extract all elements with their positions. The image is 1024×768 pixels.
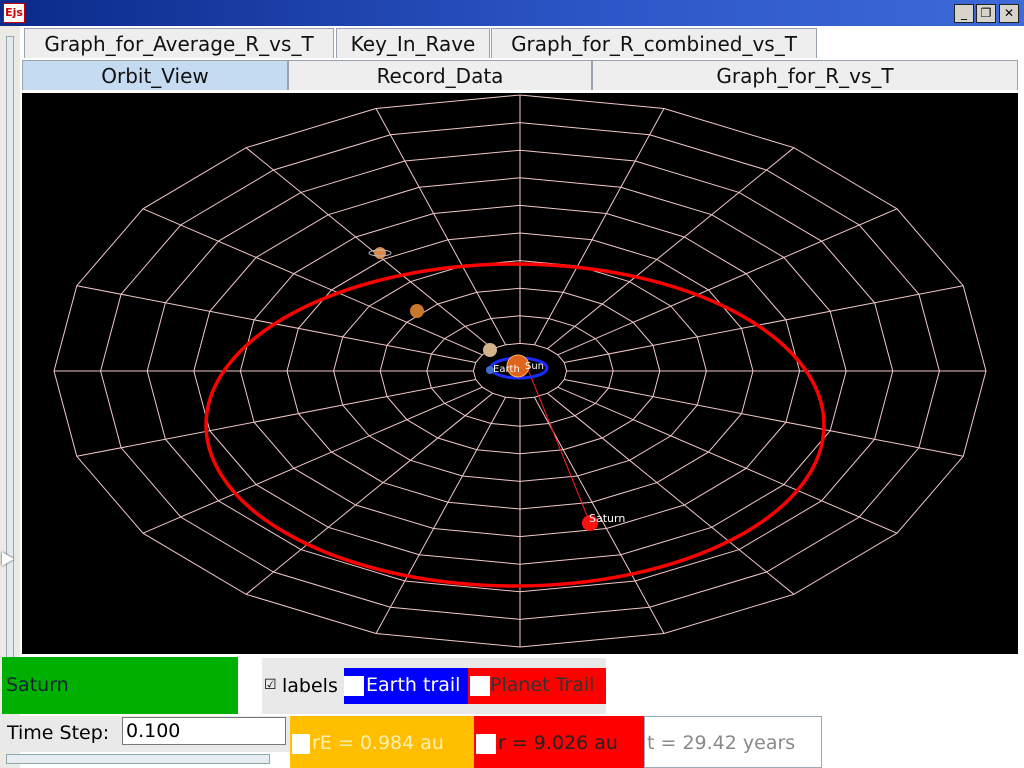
restore-button[interactable]: ❐ xyxy=(976,4,996,23)
sun-label: Sun xyxy=(525,361,544,372)
grid-spoke xyxy=(142,208,483,356)
time-value: t = 29.42 years xyxy=(647,732,796,754)
tab-orbit-view[interactable]: Orbit_View xyxy=(22,60,288,90)
orbit-drawing: Earth Sun Saturn xyxy=(53,94,987,648)
title-bar: Ejs _ ❐ ✕ xyxy=(0,0,1024,26)
planet-distance-checkbox[interactable] xyxy=(476,734,496,754)
time-step-label: Time Step: xyxy=(7,722,110,744)
orbit-view-canvas[interactable]: Earth Sun Saturn xyxy=(22,93,1018,654)
planet-select-button[interactable]: Saturn xyxy=(2,657,238,714)
outer-planet-icon xyxy=(374,247,386,259)
time-step-panel: Time Step: xyxy=(0,716,290,752)
grid-spoke xyxy=(533,108,665,346)
grid-spoke xyxy=(547,147,795,350)
grid-spoke xyxy=(76,379,476,457)
labels-checkbox[interactable]: ☑ xyxy=(264,677,277,693)
divider-handle-icon[interactable] xyxy=(2,552,14,566)
grid-spoke xyxy=(142,386,483,534)
earth-label: Earth xyxy=(493,364,520,375)
tab-graph-r-combined-vs-t[interactable]: Graph_for_R_combined_vs_T xyxy=(491,28,817,58)
planet-distance-value: r = 9.026 au xyxy=(498,732,618,754)
close-button[interactable]: ✕ xyxy=(999,4,1019,23)
grid-spoke xyxy=(564,285,964,363)
earth-distance-checkbox[interactable] xyxy=(292,734,310,754)
time-readout: t = 29.42 years xyxy=(644,716,822,768)
grid-spoke xyxy=(564,379,964,457)
earth-trail-label: Earth trail xyxy=(366,674,461,696)
grid-spoke xyxy=(557,208,898,356)
saturn-label: Saturn xyxy=(589,512,625,525)
tab-graph-r-vs-t[interactable]: Graph_for_R_vs_T xyxy=(592,60,1018,90)
labels-checkbox-label: labels xyxy=(282,675,338,697)
planet-distance-readout: r = 9.026 au xyxy=(474,716,644,768)
horizontal-scrollbar[interactable] xyxy=(6,754,270,764)
planet-trail-toggle[interactable]: Planet Trail xyxy=(468,668,606,704)
grid-spoke xyxy=(245,392,493,595)
earth-trail-checkbox[interactable] xyxy=(344,676,364,696)
minimize-button[interactable]: _ xyxy=(954,4,974,23)
tab-record-data[interactable]: Record_Data xyxy=(288,60,592,90)
trail-controls-panel: ☑ labels Earth trail Planet Trail xyxy=(262,658,606,714)
grid-spoke xyxy=(375,108,507,346)
grid-spoke xyxy=(375,396,507,634)
tab-key-in-rave[interactable]: Key_In_Rave xyxy=(336,28,490,58)
jupiter-icon xyxy=(410,304,424,318)
planet-trail-label: Planet Trail xyxy=(490,674,595,696)
app-icon: Ejs xyxy=(3,3,25,23)
time-step-input[interactable] xyxy=(122,717,286,745)
planet-icon-small xyxy=(483,343,497,357)
earth-trail-toggle[interactable]: Earth trail xyxy=(344,668,468,704)
earth-distance-value: rE = 0.984 au xyxy=(312,732,444,754)
tab-graph-average-r-vs-t[interactable]: Graph_for_Average_R_vs_T xyxy=(24,28,334,58)
planet-trail-checkbox[interactable] xyxy=(470,676,490,696)
earth-distance-readout: rE = 0.984 au xyxy=(290,716,474,768)
divider-track xyxy=(6,36,14,678)
